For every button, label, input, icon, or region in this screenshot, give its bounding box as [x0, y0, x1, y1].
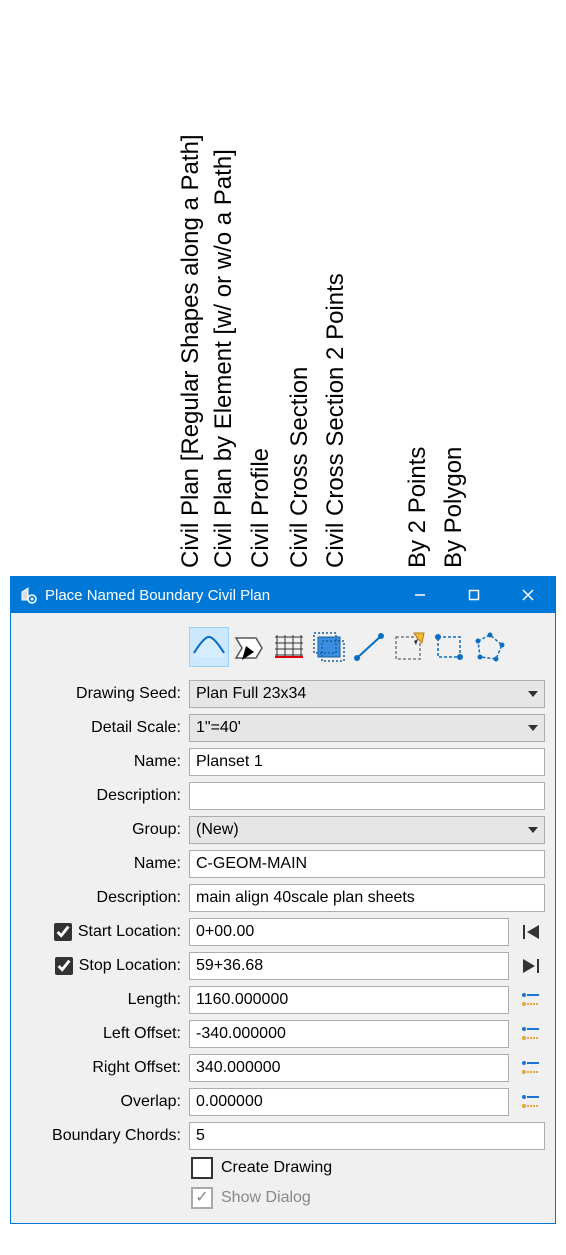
overlap-options-button[interactable]	[517, 1088, 545, 1116]
name-input[interactable]	[189, 748, 545, 776]
label-overlap: Overlap:	[21, 1093, 181, 1111]
detail-scale-select[interactable]: 1"=40'	[189, 714, 545, 742]
left-offset-input[interactable]	[189, 1020, 509, 1048]
tool-civil-plan-by-element[interactable]	[229, 627, 269, 667]
dialog-place-named-boundary: Place Named Boundary Civil Plan	[10, 576, 556, 1224]
overlap-input[interactable]	[189, 1088, 509, 1116]
label-by-polygon: By Polygon	[440, 447, 468, 568]
group-description-input[interactable]	[189, 884, 545, 912]
label-create-drawing: Create Drawing	[221, 1159, 332, 1177]
label-start-location: Start Location:	[78, 923, 181, 941]
tool-civil-cross-section-2points[interactable]	[349, 627, 389, 667]
go-to-end-button[interactable]	[517, 952, 545, 980]
group-name-input[interactable]	[189, 850, 545, 878]
length-options-button[interactable]	[517, 986, 545, 1014]
tool-from-drawing-boundary[interactable]	[389, 627, 429, 667]
right-offset-input[interactable]	[189, 1054, 509, 1082]
tool-civil-plan[interactable]	[189, 627, 229, 667]
right-offset-options-button[interactable]	[517, 1054, 545, 1082]
tool-civil-cross-section[interactable]	[309, 627, 349, 667]
label-show-dialog: Show Dialog	[221, 1189, 311, 1207]
label-stop-location: Stop Location:	[79, 957, 181, 975]
stop-location-checkbox[interactable]	[55, 957, 73, 975]
label-by-2-points: By 2 Points	[404, 447, 432, 568]
left-offset-options-button[interactable]	[517, 1020, 545, 1048]
description-input[interactable]	[189, 782, 545, 810]
minimize-button[interactable]	[393, 577, 447, 613]
show-dialog-checkbox: ✓	[191, 1187, 213, 1209]
group-select[interactable]: (New)	[189, 816, 545, 844]
chevron-down-icon	[528, 827, 538, 833]
label-drawing-seed: Drawing Seed:	[21, 685, 181, 703]
tool-by-2-points[interactable]	[429, 627, 469, 667]
label-group: Group:	[21, 821, 181, 839]
go-to-start-button[interactable]	[517, 918, 545, 946]
label-civil-cross-section: Civil Cross Section	[286, 367, 314, 568]
chevron-down-icon	[528, 691, 538, 697]
label-group-description: Description:	[21, 889, 181, 907]
create-drawing-checkbox[interactable]	[191, 1157, 213, 1179]
drawing-seed-select[interactable]: Plan Full 23x34	[189, 680, 545, 708]
stop-location-input[interactable]	[189, 952, 509, 980]
mode-toolbar	[21, 625, 545, 669]
label-group-name: Name:	[21, 855, 181, 873]
label-description: Description:	[21, 787, 181, 805]
close-button[interactable]	[501, 577, 555, 613]
label-civil-plan: Civil Plan [Regular Shapes along a Path]	[177, 134, 205, 568]
label-name: Name:	[21, 753, 181, 771]
start-location-input[interactable]	[189, 918, 509, 946]
app-icon	[17, 584, 39, 606]
label-civil-plan-by-element: Civil Plan by Element [w/ or w/o a Path]	[210, 149, 238, 568]
label-detail-scale: Detail Scale:	[21, 719, 181, 737]
vertical-tool-labels: Civil Plan [Regular Shapes along a Path]…	[0, 0, 566, 576]
drawing-seed-value: Plan Full 23x34	[196, 685, 306, 703]
label-civil-cross-section-2points: Civil Cross Section 2 Points	[322, 273, 350, 568]
maximize-button[interactable]	[447, 577, 501, 613]
dialog-titlebar[interactable]: Place Named Boundary Civil Plan	[11, 577, 555, 613]
dialog-title: Place Named Boundary Civil Plan	[45, 587, 393, 604]
detail-scale-value: 1"=40'	[196, 719, 241, 737]
tool-by-polygon[interactable]	[469, 627, 509, 667]
boundary-chords-input[interactable]	[189, 1122, 545, 1150]
label-left-offset: Left Offset:	[21, 1025, 181, 1043]
length-input[interactable]	[189, 986, 509, 1014]
label-right-offset: Right Offset:	[21, 1059, 181, 1077]
tool-civil-profile[interactable]	[269, 627, 309, 667]
label-boundary-chords: Boundary Chords:	[21, 1127, 181, 1145]
label-civil-profile: Civil Profile	[247, 448, 275, 568]
chevron-down-icon	[528, 725, 538, 731]
start-location-checkbox[interactable]	[54, 923, 72, 941]
label-length: Length:	[21, 991, 181, 1009]
dialog-body: Drawing Seed: Plan Full 23x34 Detail Sca…	[11, 613, 555, 1223]
group-value: (New)	[196, 821, 239, 839]
